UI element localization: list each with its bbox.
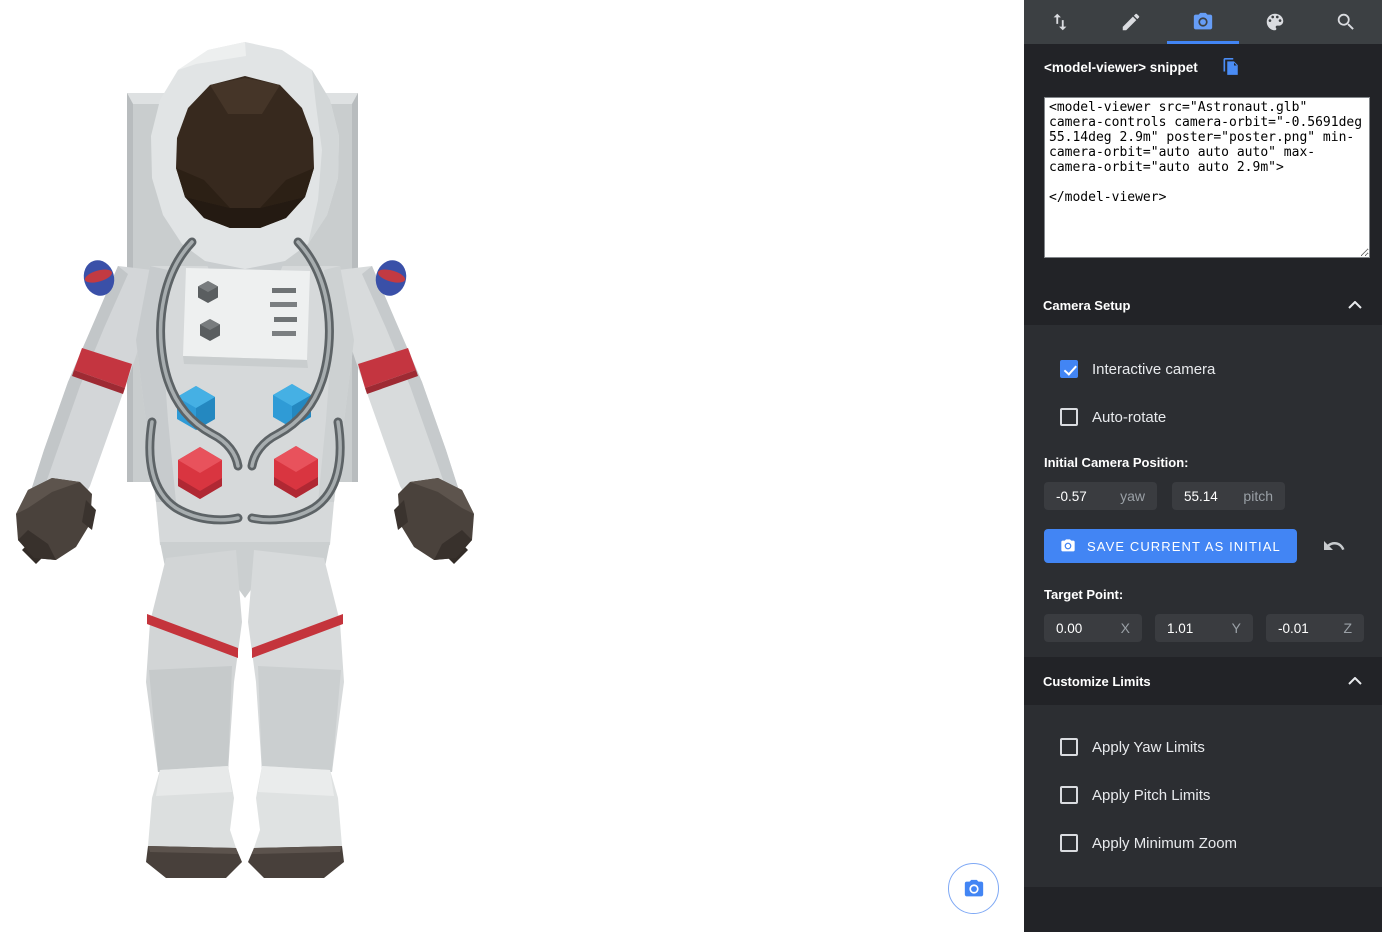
target-x-value: 0.00 <box>1056 621 1082 636</box>
tab-edit[interactable] <box>1096 0 1168 44</box>
camera-icon <box>963 878 985 900</box>
apply-pitch-limits-row: Apply Pitch Limits <box>1024 771 1382 819</box>
copy-icon <box>1222 57 1240 77</box>
apply-pitch-limits-checkbox[interactable] <box>1060 786 1078 804</box>
save-current-as-initial-button[interactable]: SAVE CURRENT AS INITIAL <box>1044 529 1297 563</box>
copy-snippet-button[interactable] <box>1222 57 1240 77</box>
pencil-icon <box>1120 11 1142 33</box>
tab-materials[interactable] <box>1239 0 1311 44</box>
interactive-camera-label: Interactive camera <box>1092 361 1215 378</box>
camera-setup-header: Camera Setup <box>1024 285 1382 325</box>
camera-icon <box>1060 538 1076 554</box>
search-icon <box>1335 11 1357 33</box>
right-glove <box>394 478 474 564</box>
target-y-unit-label: Y <box>1232 620 1241 636</box>
pitch-unit-label: pitch <box>1243 488 1273 504</box>
target-x-input[interactable]: 0.00 X <box>1044 614 1142 642</box>
target-z-input[interactable]: -0.01 Z <box>1266 614 1364 642</box>
download-screenshot-button[interactable] <box>948 863 999 914</box>
apply-pitch-limits-label: Apply Pitch Limits <box>1092 787 1210 804</box>
pitch-value: 55.14 <box>1184 489 1218 504</box>
left-glove <box>16 478 96 564</box>
customize-limits-section: Apply Yaw Limits Apply Pitch Limits Appl… <box>1024 705 1382 887</box>
camera-setup-section: Interactive camera Auto-rotate Initial C… <box>1024 325 1382 657</box>
auto-rotate-checkbox[interactable] <box>1060 408 1078 426</box>
apply-minimum-zoom-row: Apply Minimum Zoom <box>1024 819 1382 867</box>
target-y-input[interactable]: 1.01 Y <box>1155 614 1253 642</box>
apply-yaw-limits-row: Apply Yaw Limits <box>1024 723 1382 771</box>
yaw-input[interactable]: -0.57 yaw <box>1044 482 1157 510</box>
palette-icon <box>1264 11 1286 33</box>
revert-camera-button[interactable] <box>1322 534 1346 558</box>
tab-camera[interactable] <box>1167 0 1239 44</box>
astronaut-model[interactable] <box>0 30 500 890</box>
target-x-unit-label: X <box>1121 620 1130 636</box>
snippet-textarea[interactable]: <model-viewer src="Astronaut.glb" camera… <box>1044 97 1370 258</box>
chest-panel <box>183 268 310 368</box>
tab-import-export[interactable] <box>1024 0 1096 44</box>
auto-rotate-label: Auto-rotate <box>1092 409 1166 426</box>
camera-setup-collapse-button[interactable] <box>1344 297 1366 313</box>
customize-limits-header: Customize Limits <box>1024 657 1382 705</box>
panel-tabbar <box>1024 0 1382 44</box>
pitch-input[interactable]: 55.14 pitch <box>1172 482 1285 510</box>
apply-yaw-limits-checkbox[interactable] <box>1060 738 1078 756</box>
save-button-label: SAVE CURRENT AS INITIAL <box>1087 539 1281 554</box>
initial-camera-position-label: Initial Camera Position: <box>1044 455 1382 470</box>
camera-tab-content: <model-viewer> snippet <model-viewer src… <box>1024 44 1382 932</box>
yaw-value: -0.57 <box>1056 489 1087 504</box>
camera-setup-title: Camera Setup <box>1043 298 1130 313</box>
boots <box>146 766 344 878</box>
yaw-unit-label: yaw <box>1120 488 1145 504</box>
interactive-camera-checkbox[interactable] <box>1060 360 1078 378</box>
camera-icon <box>1192 11 1214 33</box>
editor-panel: <model-viewer> snippet <model-viewer src… <box>1024 0 1382 932</box>
swap-vertical-icon <box>1049 11 1071 33</box>
customize-limits-title: Customize Limits <box>1043 674 1151 689</box>
apply-minimum-zoom-label: Apply Minimum Zoom <box>1092 835 1237 852</box>
apply-minimum-zoom-checkbox[interactable] <box>1060 834 1078 852</box>
target-z-unit-label: Z <box>1343 620 1352 636</box>
model-viewport[interactable] <box>0 0 1024 932</box>
chevron-up-icon <box>1348 301 1362 309</box>
undo-icon <box>1322 534 1346 558</box>
snippet-title: <model-viewer> snippet <box>1044 60 1198 75</box>
target-point-label: Target Point: <box>1044 587 1382 602</box>
interactive-camera-row: Interactive camera <box>1024 345 1382 393</box>
target-y-value: 1.01 <box>1167 621 1193 636</box>
helmet <box>151 42 339 269</box>
auto-rotate-row: Auto-rotate <box>1024 393 1382 441</box>
customize-limits-collapse-button[interactable] <box>1344 673 1366 689</box>
target-z-value: -0.01 <box>1278 621 1309 636</box>
apply-yaw-limits-label: Apply Yaw Limits <box>1092 739 1205 756</box>
tab-inspector[interactable] <box>1310 0 1382 44</box>
chevron-up-icon <box>1348 677 1362 685</box>
